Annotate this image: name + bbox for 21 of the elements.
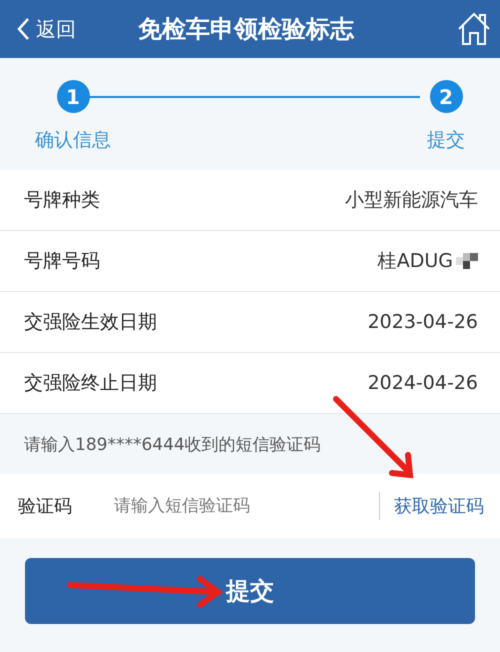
field-value: 2024-04-26 bbox=[368, 372, 478, 394]
field-value: 2023-04-26 bbox=[368, 311, 478, 333]
field-label: 交强险生效日期 bbox=[24, 310, 157, 335]
field-label: 号牌号码 bbox=[24, 249, 100, 274]
field-value: 桂ADUG bbox=[378, 249, 453, 274]
back-chevron-icon bbox=[16, 17, 30, 41]
get-code-link[interactable]: 获取验证码 bbox=[379, 492, 484, 520]
step-label: 确认信息 bbox=[35, 128, 111, 153]
submit-button[interactable]: 提交 bbox=[25, 558, 475, 624]
field-label: 号牌种类 bbox=[24, 188, 100, 213]
field-value: 小型新能源汽车 bbox=[345, 188, 478, 213]
field-label: 交强险终止日期 bbox=[24, 371, 157, 396]
home-icon[interactable] bbox=[456, 11, 492, 47]
step-number: 1 bbox=[56, 80, 90, 113]
back-button[interactable]: 返回 bbox=[16, 16, 76, 42]
step-label: 提交 bbox=[427, 128, 465, 153]
sms-hint: 请输入189****6444收到的短信验证码 bbox=[24, 434, 321, 456]
code-label: 验证码 bbox=[18, 495, 73, 518]
redaction-mosaic-icon bbox=[456, 253, 478, 269]
page-title: 免检车申领检验标志 bbox=[137, 14, 356, 45]
step-number: 2 bbox=[430, 80, 462, 113]
